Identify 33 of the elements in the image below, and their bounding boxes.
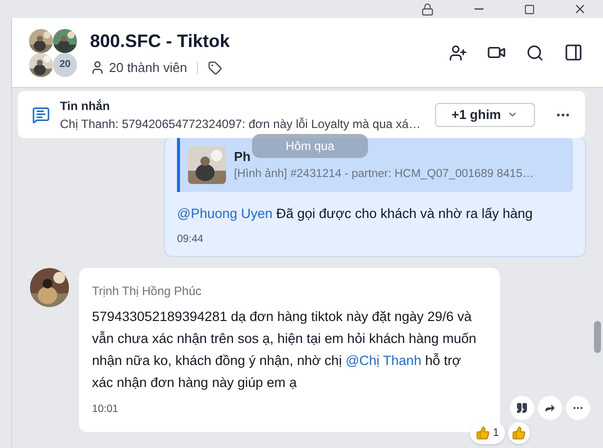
- message-time: 09:44: [177, 232, 204, 248]
- message-time: 10:01: [92, 402, 120, 417]
- maximize-icon[interactable]: [524, 4, 535, 14]
- thumbs-up-icon: [476, 426, 490, 440]
- tag-icon[interactable]: [208, 60, 222, 74]
- message-text: @Phuong Uyen Đã gọi được cho khách và nhờ ra lấy hàng: [177, 205, 534, 223]
- add-member-icon[interactable]: [449, 44, 467, 62]
- message-icon: [32, 106, 50, 124]
- close-icon[interactable]: [573, 2, 587, 16]
- pinned-message-bar[interactable]: Tin nhắn Chị Thanh: 579420654772324097: đơn này lỗi Loyalty mà qua xá… +1 ghim: [18, 91, 585, 138]
- message-text: 579433052189394281 dạ đơn hàng tiktok này đặt ngày 29/6 và vẫn chưa xác nhận trên sos ạ, hiện tại em hỏi khách hàng muốn nhận nữa ko, khách đồng ý nhận, nhờ chị @Chị Thanh hỗ trợ xác nhận đơn hàng này giúp em ạ: [92, 308, 478, 392]
- scrollbar-thumb[interactable]: [594, 321, 601, 353]
- sidebar-toggle-icon[interactable]: [564, 43, 583, 62]
- mention-link[interactable]: @Chị Thanh: [346, 353, 422, 368]
- mention-link[interactable]: @Phuong Uyen: [177, 206, 273, 221]
- thumbs-up-icon: [512, 426, 526, 440]
- pinned-preview: Chị Thanh: 579420654772324097: đơn này lỗi Loyalty mà qua xá…: [60, 116, 421, 132]
- pinned-title: Tin nhắn: [60, 98, 111, 114]
- member-count-badge: 20: [53, 52, 77, 76]
- quote-sender: Ph: [234, 148, 251, 166]
- quote-button[interactable]: [510, 396, 534, 420]
- quote-icon: [516, 402, 528, 414]
- quote-text: [Hình ảnh] #2431214 - partner: HCM_Q07_001689 8415…: [234, 167, 534, 182]
- group-title: 800.SFC - Tiktok: [90, 30, 230, 53]
- sender-name: Trịnh Thị Hồng Phúc: [92, 283, 202, 300]
- reaction-button[interactable]: 1: [470, 422, 505, 444]
- forward-button[interactable]: [538, 396, 562, 420]
- search-icon[interactable]: [526, 44, 544, 62]
- person-icon: [90, 60, 105, 75]
- date-divider: Hôm qua: [252, 134, 368, 158]
- pin-count-button[interactable]: +1 ghim: [434, 102, 535, 126]
- member-count[interactable]: 20 thành viên: [109, 58, 188, 78]
- lock-icon[interactable]: [421, 2, 434, 16]
